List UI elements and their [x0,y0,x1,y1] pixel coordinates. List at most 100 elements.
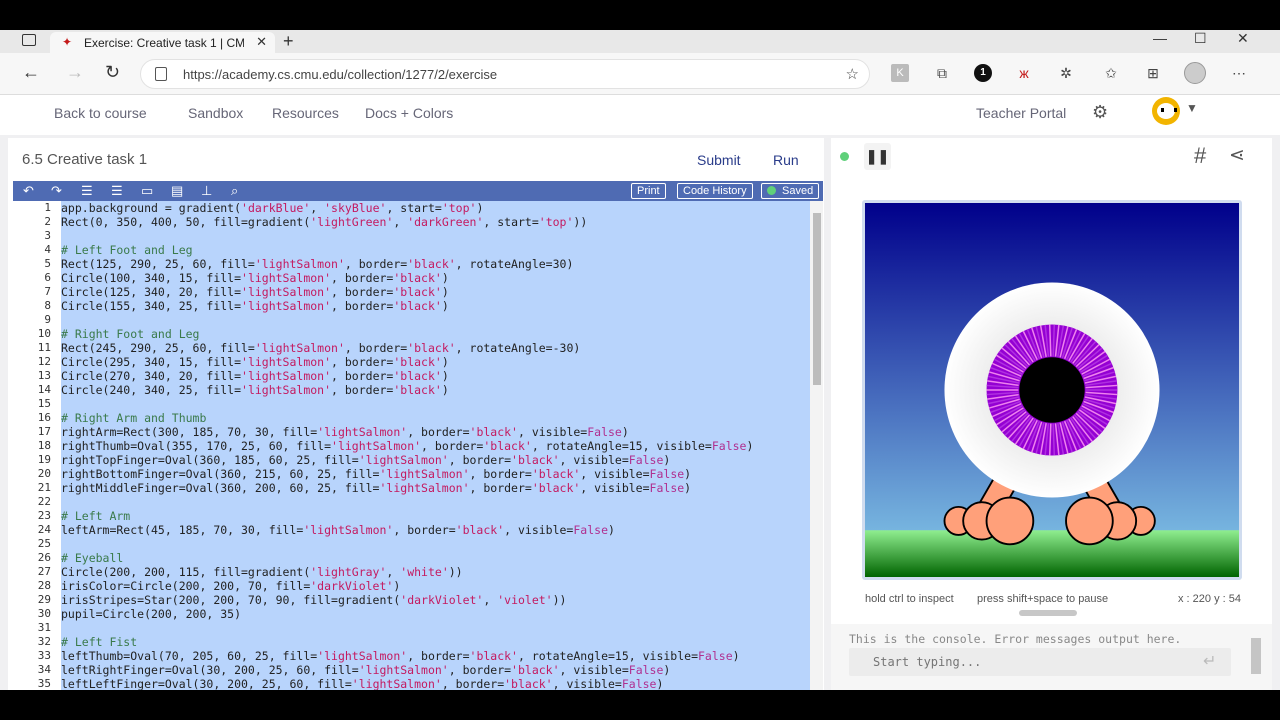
user-avatar[interactable] [1152,97,1180,125]
extension-badge-icon[interactable]: 1 [974,64,992,82]
panel-resize-handle[interactable] [1019,610,1077,616]
url-field[interactable]: https://academy.cs.cmu.edu/collection/12… [140,59,870,89]
new-tab-button[interactable]: + [283,31,294,52]
format-icon[interactable]: ▤ [171,182,183,200]
inspect-hint: hold ctrl to inspect [865,593,954,605]
mouse-coords: x : 220 y : 54 [1178,593,1241,605]
line-number: 11 [37,341,51,354]
line-number: 7 [44,285,51,298]
line-number: 9 [44,313,51,326]
line-number: 21 [37,481,51,494]
code-text: Circle(295, 340, 15, fill='lightSalmon',… [61,355,449,369]
tab-actions-icon[interactable] [22,34,36,46]
line-number: 1 [44,201,51,214]
line-number: 35 [37,677,51,690]
line-number: 12 [37,355,51,368]
favorite-add-icon[interactable]: ☆ [846,65,859,83]
minimize-icon[interactable]: — [1153,30,1167,46]
resources-link[interactable]: Resources [272,105,339,121]
comment-icon[interactable]: ▭ [141,182,153,200]
code-text: rightArm=Rect(300, 185, 70, 30, fill='li… [61,425,629,439]
run-button[interactable]: Run [773,152,799,168]
maximize-icon[interactable]: ☐ [1194,30,1207,47]
line-number: 27 [37,565,51,578]
editor-scroll-thumb[interactable] [813,213,821,385]
code-history-button[interactable]: Code History [677,183,753,199]
line-number: 33 [37,649,51,662]
code-text: Rect(0, 350, 400, 50, fill=gradient('lig… [61,215,588,229]
code-text: leftArm=Rect(45, 185, 70, 30, fill='ligh… [61,523,615,537]
output-panel: ❚❚ # ⋖ hold ctrl to inspect press shift+… [831,138,1272,690]
left-toe-big [985,496,1035,546]
cmu-favicon-icon: ✦ [61,35,73,49]
tab-title: Exercise: Creative task 1 | CMU C [84,36,244,50]
line-number: 15 [37,397,51,410]
submit-button[interactable]: Submit [697,152,741,168]
print-button[interactable]: Print [631,183,666,199]
editor-scrollbar[interactable] [810,201,823,690]
undo-icon[interactable]: ↶ [23,182,34,200]
gear-icon[interactable]: ⚙ [1092,102,1108,123]
code-text: # Eyeball [61,551,124,565]
share-icon[interactable]: ⋖ [1229,144,1245,167]
code-text: Circle(125, 340, 20, fill='lightSalmon',… [61,285,449,299]
code-text: leftRightFinger=Oval(30, 200, 25, 60, fi… [61,663,671,677]
redo-icon[interactable]: ↷ [51,182,62,200]
teacher-portal-link[interactable]: Teacher Portal [976,105,1066,121]
editor-toolbar: ↶ ↷ ☰ ☰ ▭ ▤ ⊥ ⌕ Print Code History Saved [13,181,823,201]
enter-icon[interactable]: ↵ [1203,651,1216,671]
favorites-icon[interactable]: ✩ [1102,64,1120,82]
code-text: rightThumb=Oval(355, 170, 25, 60, fill='… [61,439,754,453]
close-tab-icon[interactable]: ✕ [256,34,267,50]
collections-icon[interactable]: ⧉ [933,64,951,82]
browser-window: ✦ Exercise: Creative task 1 | CMU C ✕ + … [0,30,1280,690]
pause-hint: press shift+space to pause [977,593,1109,605]
forward-arrow-icon[interactable]: → [66,62,84,83]
code-text: irisStripes=Star(200, 200, 70, 90, fill=… [61,593,567,607]
line-number: 5 [44,257,51,270]
tab-collections-icon[interactable]: ⊞ [1144,64,1162,82]
line-number: 30 [37,607,51,620]
console-scrollbar[interactable] [1251,638,1261,674]
code-text: app.background = gradient('darkBlue', 's… [61,201,484,215]
dedent-icon[interactable]: ☰ [111,182,123,200]
extensions-puzzle-icon[interactable]: ✲ [1057,64,1075,82]
line-number: 18 [37,439,51,452]
code-editor[interactable]: 1 app.background = gradient('darkBlue', '… [13,201,810,690]
profile-avatar-icon[interactable] [1184,62,1206,84]
back-arrow-icon[interactable]: ← [22,62,40,83]
grid-icon[interactable]: # [1194,143,1206,169]
back-to-course-link[interactable]: Back to course [54,105,147,121]
refresh-icon[interactable]: ↻ [105,62,120,83]
code-text: leftLeftFinger=Oval(30, 200, 25, 60, fil… [61,677,664,690]
search-icon[interactable]: ⌕ [231,182,238,200]
chevron-down-icon[interactable]: ▼ [1186,101,1198,115]
close-window-icon[interactable]: ✕ [1237,30,1249,47]
app-canvas[interactable] [862,200,1242,580]
code-text: rightTopFinger=Oval(360, 185, 60, 25, fi… [61,453,671,467]
line-number: 4 [44,243,51,256]
docs-colors-link[interactable]: Docs + Colors [365,105,453,121]
extension-red-icon[interactable]: ж [1015,64,1033,82]
more-menu-icon[interactable]: ⋯ [1230,64,1248,82]
console-message: This is the console. Error messages outp… [849,632,1182,646]
extension-gray-icon[interactable]: K [891,64,909,82]
line-number: 24 [37,523,51,536]
line-number: 28 [37,579,51,592]
pause-button[interactable]: ❚❚ [864,143,891,170]
code-text: leftThumb=Oval(70, 205, 60, 25, fill='li… [61,649,740,663]
outline-icon[interactable]: ⊥ [201,182,212,200]
console-input[interactable] [849,648,1231,676]
sandbox-link[interactable]: Sandbox [188,105,243,121]
line-number: 2 [44,215,51,228]
code-text: # Left Foot and Leg [61,243,193,257]
editor-panel: 6.5 Creative task 1 Submit Run ↶ ↷ ☰ ☰ ▭… [8,138,824,690]
line-number: 8 [44,299,51,312]
browser-tab[interactable]: ✦ Exercise: Creative task 1 | CMU C ✕ [50,32,275,53]
code-text: Circle(155, 340, 25, fill='lightSalmon',… [61,299,449,313]
line-number: 25 [37,537,51,550]
code-text: # Left Fist [61,635,138,649]
url-text: https://academy.cs.cmu.edu/collection/12… [183,67,498,82]
indent-icon[interactable]: ☰ [81,182,93,200]
line-number: 20 [37,467,51,480]
